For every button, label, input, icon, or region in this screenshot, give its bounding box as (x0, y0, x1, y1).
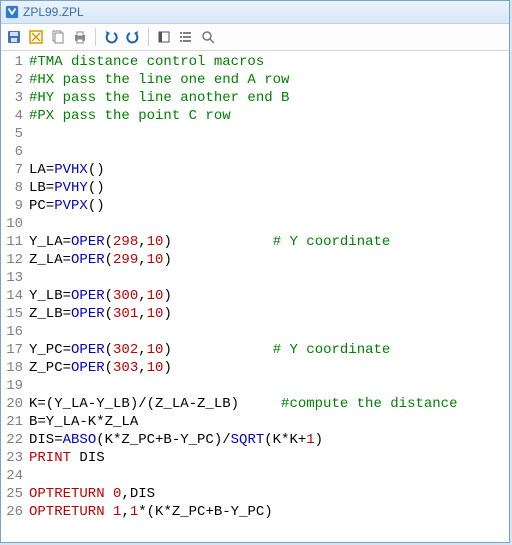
search-button[interactable] (199, 28, 217, 46)
view-plain-button[interactable] (155, 28, 173, 46)
code-line[interactable]: 10 (1, 215, 509, 233)
code-line[interactable]: 3#HY pass the line another end B (1, 89, 509, 107)
code-line[interactable]: 13 (1, 269, 509, 287)
line-number: 24 (1, 467, 29, 485)
line-number: 23 (1, 449, 29, 467)
code-line[interactable]: 2#HX pass the line one end A row (1, 71, 509, 89)
code-content[interactable]: #HY pass the line another end B (29, 89, 289, 107)
code-content[interactable]: OPTRETURN 1,1*(K*Z_PC+B-Y_PC) (29, 503, 273, 521)
clear-button[interactable] (27, 28, 45, 46)
code-content[interactable]: Z_LA=OPER(299,10) (29, 251, 172, 269)
code-content[interactable]: Y_PC=OPER(302,10) # Y coordinate (29, 341, 390, 359)
line-number: 17 (1, 341, 29, 359)
save-button[interactable] (5, 28, 23, 46)
code-line[interactable]: 21B=Y_LA-K*Z_LA (1, 413, 509, 431)
code-line[interactable]: 17Y_PC=OPER(302,10) # Y coordinate (1, 341, 509, 359)
line-number: 4 (1, 107, 29, 125)
line-number: 14 (1, 287, 29, 305)
code-content[interactable]: #TMA distance control macros (29, 53, 264, 71)
line-number: 10 (1, 215, 29, 233)
code-content[interactable]: Z_PC=OPER(303,10) (29, 359, 172, 377)
code-content[interactable]: K=(Y_LA-Y_LB)/(Z_LA-Z_LB) #compute the d… (29, 395, 457, 413)
code-line[interactable]: 23PRINT DIS (1, 449, 509, 467)
line-number: 19 (1, 377, 29, 395)
code-content[interactable]: LA=PVHX() (29, 161, 105, 179)
line-number: 22 (1, 431, 29, 449)
line-number: 8 (1, 179, 29, 197)
toolbar (1, 24, 509, 51)
line-number: 13 (1, 269, 29, 287)
code-line[interactable]: 25OPTRETURN 0,DIS (1, 485, 509, 503)
code-content[interactable]: OPTRETURN 0,DIS (29, 485, 155, 503)
code-line[interactable]: 18Z_PC=OPER(303,10) (1, 359, 509, 377)
line-number: 15 (1, 305, 29, 323)
line-number: 26 (1, 503, 29, 521)
line-number: 1 (1, 53, 29, 71)
code-line[interactable]: 1#TMA distance control macros (1, 53, 509, 71)
app-icon (5, 5, 19, 19)
code-line[interactable]: 22DIS=ABSO(K*Z_PC+B-Y_PC)/SQRT(K*K+1) (1, 431, 509, 449)
line-number: 18 (1, 359, 29, 377)
toolbar-separator (148, 28, 149, 46)
code-line[interactable]: 11Y_LA=OPER(298,10) # Y coordinate (1, 233, 509, 251)
code-content[interactable]: #HX pass the line one end A row (29, 71, 289, 89)
print-button[interactable] (71, 28, 89, 46)
code-line[interactable]: 8LB=PVHY() (1, 179, 509, 197)
undo-button[interactable] (102, 28, 120, 46)
code-content[interactable]: PC=PVPX() (29, 197, 105, 215)
code-line[interactable]: 24 (1, 467, 509, 485)
line-number: 9 (1, 197, 29, 215)
code-content[interactable]: #PX pass the point C row (29, 107, 231, 125)
titlebar: ZPL99.ZPL (1, 1, 509, 24)
code-line[interactable]: 12Z_LA=OPER(299,10) (1, 251, 509, 269)
code-line[interactable]: 19 (1, 377, 509, 395)
code-content[interactable]: LB=PVHY() (29, 179, 105, 197)
code-line[interactable]: 9PC=PVPX() (1, 197, 509, 215)
line-number: 5 (1, 125, 29, 143)
toolbar-separator (95, 28, 96, 46)
line-number: 3 (1, 89, 29, 107)
code-content[interactable]: PRINT DIS (29, 449, 105, 467)
line-number: 20 (1, 395, 29, 413)
code-line[interactable]: 16 (1, 323, 509, 341)
code-line[interactable]: 14Y_LB=OPER(300,10) (1, 287, 509, 305)
code-content[interactable]: DIS=ABSO(K*Z_PC+B-Y_PC)/SQRT(K*K+1) (29, 431, 323, 449)
code-content[interactable]: B=Y_LA-K*Z_LA (29, 413, 138, 431)
line-number: 25 (1, 485, 29, 503)
code-editor[interactable]: 1#TMA distance control macros2#HX pass t… (1, 51, 509, 542)
line-number: 6 (1, 143, 29, 161)
window-title: ZPL99.ZPL (23, 5, 84, 19)
line-number: 7 (1, 161, 29, 179)
copy-button[interactable] (49, 28, 67, 46)
line-number: 2 (1, 71, 29, 89)
code-line[interactable]: 6 (1, 143, 509, 161)
code-line[interactable]: 26OPTRETURN 1,1*(K*Z_PC+B-Y_PC) (1, 503, 509, 521)
code-line[interactable]: 4#PX pass the point C row (1, 107, 509, 125)
redo-button[interactable] (124, 28, 142, 46)
line-number: 11 (1, 233, 29, 251)
code-line[interactable]: 5 (1, 125, 509, 143)
line-number: 12 (1, 251, 29, 269)
code-line[interactable]: 7LA=PVHX() (1, 161, 509, 179)
code-content[interactable]: Y_LB=OPER(300,10) (29, 287, 172, 305)
code-line[interactable]: 20K=(Y_LA-Y_LB)/(Z_LA-Z_LB) #compute the… (1, 395, 509, 413)
line-number: 21 (1, 413, 29, 431)
code-content[interactable]: Z_LB=OPER(301,10) (29, 305, 172, 323)
editor-window: ZPL99.ZPL 1#TMA distance (0, 0, 510, 543)
code-line[interactable]: 15Z_LB=OPER(301,10) (1, 305, 509, 323)
line-number: 16 (1, 323, 29, 341)
code-content[interactable]: Y_LA=OPER(298,10) # Y coordinate (29, 233, 390, 251)
view-list-button[interactable] (177, 28, 195, 46)
